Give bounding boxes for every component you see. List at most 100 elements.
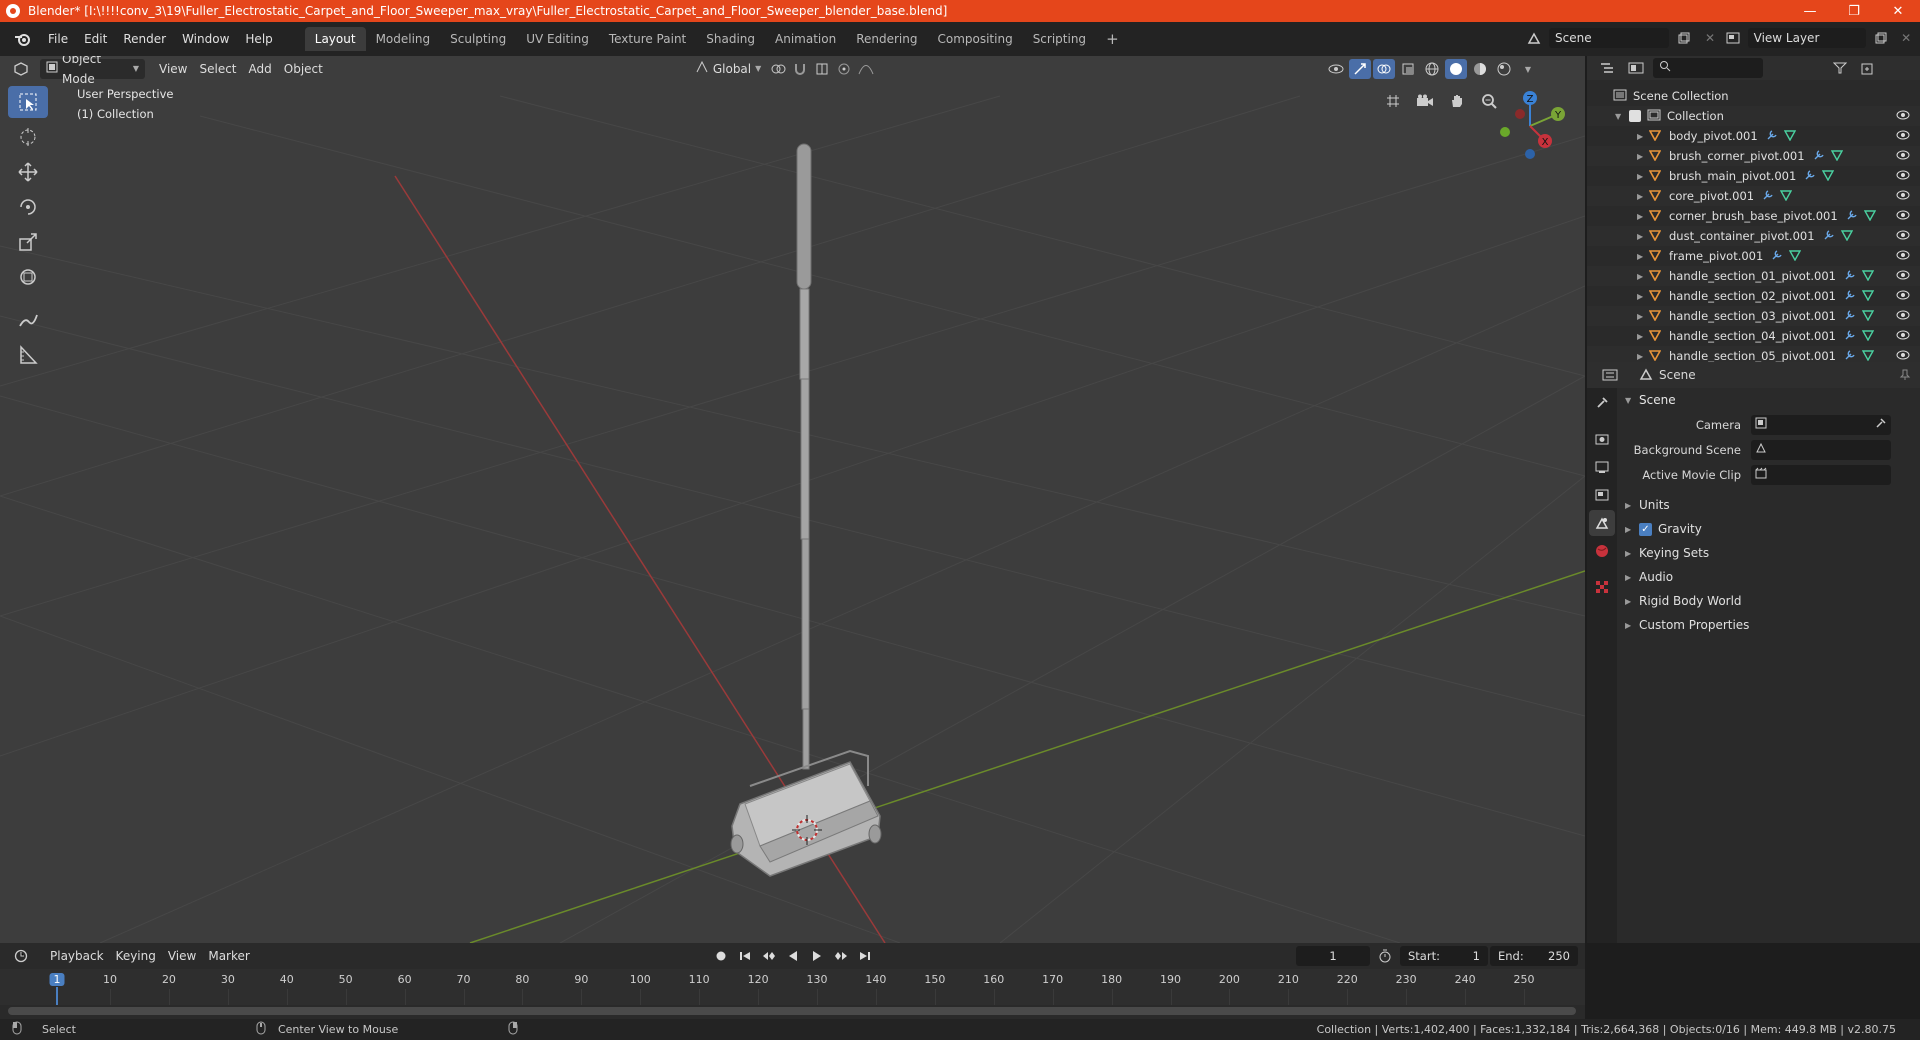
wireframe-shading-icon[interactable] [1421, 59, 1443, 79]
scene-panel-header[interactable]: ▼ Scene [1617, 388, 1920, 412]
navigation-gizmo[interactable]: Z Y X [1490, 86, 1570, 169]
outliner-item[interactable]: ▶ handle_section_01_pivot.001 [1587, 266, 1920, 286]
object-mode-dropdown[interactable]: Object Mode ▼ [40, 56, 145, 86]
minimize-button[interactable]: — [1788, 0, 1832, 22]
jump-keyframe-forward-icon[interactable] [830, 946, 852, 966]
shading-options-icon[interactable]: ▼ [1517, 59, 1539, 79]
material-shading-icon[interactable] [1469, 59, 1491, 79]
view-layer-tab-icon[interactable] [1589, 482, 1615, 508]
timeline-scrollbar[interactable] [8, 1007, 1576, 1015]
menu-render[interactable]: Render [115, 28, 174, 50]
gravity-panel[interactable]: ▶ ✓ Gravity [1617, 517, 1920, 541]
solid-shading-icon[interactable] [1445, 59, 1467, 79]
display-mode-icon[interactable] [1625, 58, 1647, 78]
tab-rendering[interactable]: Rendering [846, 27, 927, 51]
annotate-tool[interactable] [8, 304, 48, 336]
timeline-menu-view[interactable]: View [162, 946, 202, 966]
timeline-editor-type-icon[interactable] [10, 946, 32, 966]
grid-view-icon[interactable] [1380, 88, 1406, 114]
modifier-wrench-icon[interactable] [1762, 189, 1774, 204]
tab-shading[interactable]: Shading [696, 27, 765, 51]
tab-modeling[interactable]: Modeling [366, 27, 441, 51]
view-layer-icon[interactable] [1722, 28, 1744, 48]
xray-toggle-icon[interactable] [1397, 59, 1419, 79]
tab-sculpting[interactable]: Sculpting [440, 27, 516, 51]
expand-arrow-icon[interactable]: ▶ [1637, 272, 1647, 281]
scale-tool[interactable] [8, 226, 48, 258]
neg-z-handle[interactable] [1525, 149, 1535, 159]
pivot-point-icon[interactable] [767, 59, 789, 79]
eye-icon[interactable] [1896, 269, 1910, 283]
snap-icon[interactable] [789, 59, 811, 79]
pin-icon[interactable] [1894, 365, 1916, 385]
tab-texture-paint[interactable]: Texture Paint [599, 27, 696, 51]
scene-name-field[interactable]: Scene [1549, 28, 1669, 48]
expand-arrow-icon[interactable]: ▶ [1637, 152, 1647, 161]
menu-window[interactable]: Window [174, 28, 237, 50]
viewport-menu-object[interactable]: Object [278, 59, 329, 79]
eye-icon[interactable] [1896, 129, 1910, 143]
eye-icon[interactable] [1896, 289, 1910, 303]
expand-arrow-icon[interactable]: ▶ [1637, 292, 1647, 301]
outliner-item[interactable]: ▶ dust_container_pivot.001 [1587, 226, 1920, 246]
modifier-wrench-icon[interactable] [1844, 329, 1856, 344]
delete-scene-icon[interactable]: ✕ [1699, 28, 1721, 48]
menu-edit[interactable]: Edit [76, 28, 115, 50]
viewport-menu-select[interactable]: Select [193, 59, 242, 79]
mesh-data-icon[interactable] [1789, 249, 1802, 264]
timeline-menu-keying[interactable]: Keying [110, 946, 162, 966]
rendered-shading-icon[interactable] [1493, 59, 1515, 79]
output-tab-icon[interactable] [1589, 454, 1615, 480]
filter-icon[interactable] [1829, 58, 1851, 78]
outliner-item[interactable]: ▶ handle_section_03_pivot.001 [1587, 306, 1920, 326]
outliner-scene-collection[interactable]: Scene Collection [1587, 86, 1920, 106]
modifier-wrench-icon[interactable] [1766, 129, 1778, 144]
record-icon[interactable] [710, 946, 732, 966]
camera-field[interactable] [1751, 414, 1891, 435]
eye-icon[interactable] [1896, 109, 1910, 123]
blender-menu-icon[interactable] [12, 28, 34, 50]
eye-icon[interactable] [1896, 229, 1910, 243]
properties-editor-type-icon[interactable] [1599, 365, 1621, 385]
outliner-search-input[interactable] [1653, 58, 1763, 78]
scene-tab-icon[interactable] [1589, 510, 1615, 536]
add-workspace-button[interactable]: + [1096, 27, 1129, 51]
render-tab-icon[interactable] [1589, 426, 1615, 452]
pan-hand-icon[interactable] [1444, 88, 1470, 114]
tab-uv-editing[interactable]: UV Editing [516, 27, 599, 51]
jump-start-icon[interactable] [734, 946, 756, 966]
mesh-data-icon[interactable] [1863, 209, 1876, 224]
close-button[interactable]: ✕ [1876, 0, 1920, 22]
new-collection-icon[interactable] [1857, 58, 1879, 78]
neg-x-handle[interactable] [1515, 109, 1525, 119]
proportional-falloff-icon[interactable] [855, 59, 877, 79]
collection-checkbox[interactable] [1629, 110, 1641, 122]
cursor-tool[interactable] [8, 121, 48, 153]
scene-icon[interactable] [1523, 28, 1545, 48]
play-reverse-icon[interactable] [782, 946, 804, 966]
tab-animation[interactable]: Animation [765, 27, 846, 51]
outliner-collection[interactable]: ▼ Collection [1587, 106, 1920, 126]
new-view-layer-icon[interactable] [1870, 28, 1892, 48]
mesh-data-icon[interactable] [1840, 229, 1853, 244]
modifier-wrench-icon[interactable] [1813, 149, 1825, 164]
modifier-wrench-icon[interactable] [1844, 309, 1856, 324]
new-scene-icon[interactable] [1673, 28, 1695, 48]
outliner-item[interactable]: ▶ core_pivot.001 [1587, 186, 1920, 206]
eye-icon[interactable] [1896, 249, 1910, 263]
stopwatch-icon[interactable] [1374, 946, 1396, 966]
3d-viewport[interactable]: Object Mode ▼ View Select Add Object Glo… [0, 56, 1585, 943]
play-icon[interactable] [806, 946, 828, 966]
current-frame-field[interactable]: 1 [1296, 946, 1370, 966]
expand-arrow-icon[interactable]: ▶ [1637, 172, 1647, 181]
timeline-ruler[interactable]: 1 10 20 30 40 50 60 70 80 90 100 110 120 130 140 150 160… [0, 969, 1585, 1005]
jump-keyframe-back-icon[interactable] [758, 946, 780, 966]
eye-icon[interactable] [1896, 209, 1910, 223]
editor-type-icon[interactable] [10, 59, 32, 79]
outliner-item[interactable]: ▶ brush_corner_pivot.001 [1587, 146, 1920, 166]
menu-help[interactable]: Help [237, 28, 280, 50]
rigid-body-world-panel[interactable]: ▶ Rigid Body World [1617, 589, 1920, 613]
select-box-tool[interactable] [8, 86, 48, 118]
rotate-tool[interactable] [8, 191, 48, 223]
mesh-data-icon[interactable] [1861, 289, 1875, 304]
